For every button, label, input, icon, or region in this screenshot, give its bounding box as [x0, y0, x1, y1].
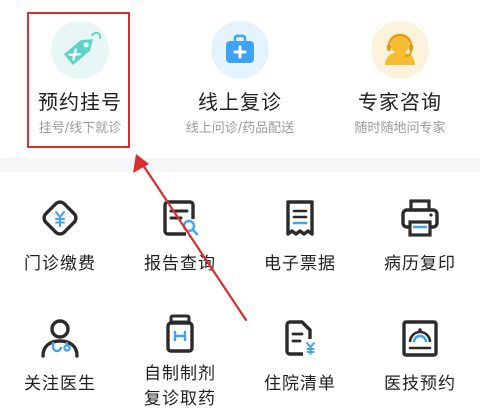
e-receipt-icon [276, 194, 324, 242]
ultrasound-icon [396, 314, 444, 362]
appointment-registration-title: 预约挂号 [38, 90, 122, 114]
online-revisit-title: 线上复诊 [198, 90, 282, 114]
e-receipt-label: 电子票据 [264, 254, 336, 274]
bill-yen-icon [276, 314, 324, 362]
medical-kit-icon [211, 21, 269, 79]
expert-consultation-button[interactable]: 专家咨询 随时随地问专家 [320, 0, 480, 158]
self-made-preparation-line2: 复诊取药 [144, 389, 216, 409]
medicine-bottle-icon [156, 310, 204, 358]
service-grid: 门诊缴费 报告查询 电子票据 病历复印 关注医生 自制制剂 复诊取药 住院清单 … [0, 172, 480, 412]
appointment-registration-button[interactable]: 预约挂号 挂号/线下就诊 [0, 0, 160, 158]
section-divider [0, 158, 480, 172]
doctor-icon [36, 314, 84, 362]
medical-record-copy-label: 病历复印 [384, 254, 456, 274]
medical-tech-appointment-button[interactable]: 医技预约 [360, 292, 480, 412]
appointment-registration-subtitle: 挂号/线下就诊 [38, 121, 122, 136]
printer-icon [396, 194, 444, 242]
outpatient-payment-label: 门诊缴费 [24, 254, 96, 274]
medical-tech-appointment-label: 医技预约 [384, 374, 456, 394]
self-made-preparation-line1: 自制制剂 [144, 364, 216, 384]
price-tag-icon [51, 21, 109, 79]
payment-yen-icon [36, 194, 84, 242]
follow-doctor-label: 关注医生 [24, 374, 96, 394]
report-query-button[interactable]: 报告查询 [120, 172, 240, 292]
expert-consultation-title: 专家咨询 [358, 90, 442, 114]
follow-doctor-button[interactable]: 关注医生 [0, 292, 120, 412]
report-search-icon [156, 194, 204, 242]
inpatient-list-label: 住院清单 [264, 374, 336, 394]
self-made-preparation-button[interactable]: 自制制剂 复诊取药 [120, 292, 240, 412]
doctor-headset-icon [371, 21, 429, 79]
inpatient-list-button[interactable]: 住院清单 [240, 292, 360, 412]
online-revisit-subtitle: 线上问诊/药品配送 [185, 121, 295, 136]
top-services-row: 预约挂号 挂号/线下就诊 线上复诊 线上问诊/药品配送 专家咨询 随时随地问专家 [0, 0, 480, 158]
expert-consultation-subtitle: 随时随地问专家 [354, 121, 446, 136]
self-made-preparation-label: 自制制剂 复诊取药 [144, 362, 216, 412]
outpatient-payment-button[interactable]: 门诊缴费 [0, 172, 120, 292]
e-receipt-button[interactable]: 电子票据 [240, 172, 360, 292]
report-query-label: 报告查询 [144, 254, 216, 274]
online-revisit-button[interactable]: 线上复诊 线上问诊/药品配送 [160, 0, 320, 158]
medical-record-copy-button[interactable]: 病历复印 [360, 172, 480, 292]
